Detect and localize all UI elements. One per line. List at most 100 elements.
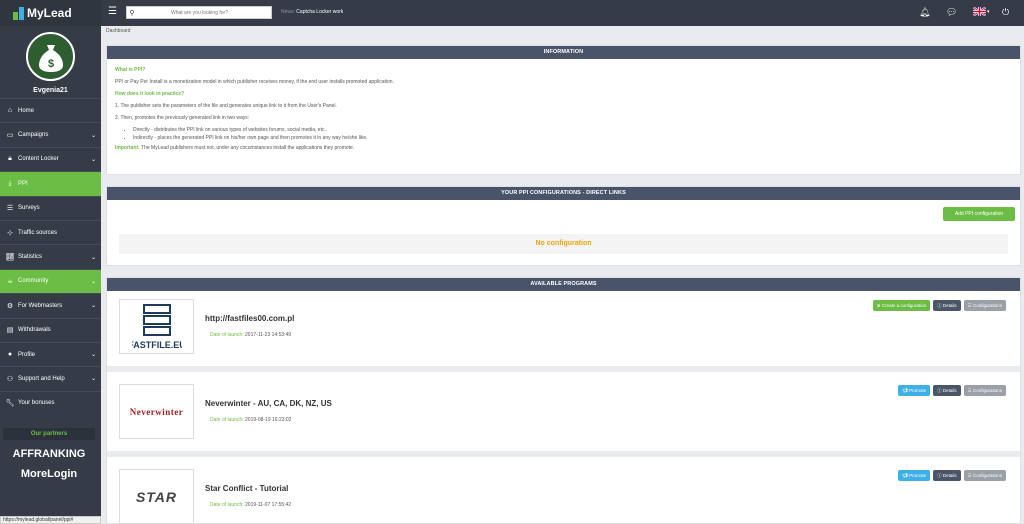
top-bar: MyLead ☰ ⚲ News: Captcha Locker work 🔔︎ … <box>0 0 1024 26</box>
sidebar-item-support-and-help[interactable]: ⚇ Support and Help ⌄ <box>0 366 101 390</box>
date-value: 2019-11-07 17:55:42 <box>245 502 292 508</box>
configurations-label: Configurations <box>972 473 1002 478</box>
sidebar-item-label: Content Locker <box>18 156 59 163</box>
details-button[interactable]: ⓘ Details <box>933 470 961 481</box>
available-programs-panel: AVAILABLE PROGRAMS FASTFILE.EU http://fas… <box>106 277 1021 524</box>
sidebar-item-label: PPI <box>18 180 28 187</box>
neverwinter-logo: Neverwinter <box>129 406 184 417</box>
empty-state: No configuration <box>119 234 1008 254</box>
logo-mark-icon <box>13 6 24 20</box>
sidebar-item-campaigns[interactable]: ▭ Campaigns ⌄ <box>0 122 101 146</box>
sidebar-item-profile[interactable]: ● Profile ⌄ <box>0 341 101 366</box>
monitor-icon: ▭ <box>6 132 14 140</box>
sidebar-item-label: Traffic sources <box>18 229 58 236</box>
list-icon: ☰ <box>967 473 972 478</box>
details-button[interactable]: ⓘ Details <box>933 300 961 311</box>
program-launch-date: Date of launch: 2019-08-19 16:23:02 <box>210 417 291 423</box>
star-conflict-logo: STAR <box>135 488 178 505</box>
sidebar-item-label: Community <box>18 278 49 285</box>
program-thumbnail[interactable]: FASTFILE.EU <box>119 299 194 354</box>
faq-question: How does it look in practice? <box>115 91 185 97</box>
faq-bullet: Indirectly - places the generated PPI li… <box>133 135 1012 141</box>
program-thumbnail[interactable]: Neverwinter <box>119 384 194 439</box>
menu-toggle-icon[interactable]: ☰ <box>108 7 118 17</box>
chevron-down-icon: ⌄ <box>90 352 96 359</box>
sidebar-item-withdrawals[interactable]: ▤ Withdrawals <box>0 317 101 342</box>
sidebar-item-home[interactable]: ⌂ Home <box>0 98 101 122</box>
chevron-down-icon: ⌄ <box>90 156 96 163</box>
home-icon: ⌂ <box>7 107 13 115</box>
program-title[interactable]: http://fastfiles00.com.pl <box>205 314 294 323</box>
action-label: Create a configuration <box>881 303 927 308</box>
sidebar-item-traffic-sources[interactable]: ⊹ Traffic sources <box>0 219 101 244</box>
chat-icon[interactable]: 💬︎ <box>946 6 957 18</box>
download-icon: ⤓ <box>8 179 12 187</box>
search-box[interactable]: ⚲ <box>126 6 272 19</box>
program-title[interactable]: Neverwinter - AU, CA, DK, NZ, US <box>205 399 332 408</box>
program-thumbnail[interactable]: STAR <box>119 469 194 524</box>
chevron-down-icon: ⌄ <box>90 376 96 383</box>
coffee-icon: ☕︎ <box>6 278 14 286</box>
user-name[interactable]: Evgenia21 <box>33 87 68 94</box>
power-icon[interactable]: ⏻ <box>1002 6 1009 18</box>
user-profile: $ Evgenia21 <box>0 26 101 98</box>
info-icon: ⓘ <box>937 388 942 393</box>
program-launch-date: Date of launch: 2017-11-23 14:53:49 <box>210 332 291 338</box>
fastfile-logo-icon: FASTFILE.EU <box>132 303 182 350</box>
list-icon: ☰ <box>967 388 972 393</box>
gears-icon: ⚙ <box>6 302 14 310</box>
uk-flag-icon[interactable] <box>972 6 987 19</box>
news-label: News: <box>281 9 295 15</box>
sidebar-item-label: Your bonuses <box>18 400 55 407</box>
details-button[interactable]: ⓘ Details <box>933 385 961 396</box>
sidebar-item-content-locker[interactable]: 🔒︎ Content Locker ⌄ <box>0 146 101 171</box>
lock-icon: 🔒︎ <box>8 155 12 163</box>
search-icon: ⚲ <box>129 9 135 17</box>
promote-button[interactable]: 📢︎ Promote <box>898 385 931 396</box>
promote-button[interactable]: 📢︎ Promote <box>898 470 931 481</box>
sidebar-item-surveys[interactable]: ☰ Surveys <box>0 195 101 220</box>
breadcrumb[interactable]: Dashboard <box>106 28 130 34</box>
megaphone-icon: 📢︎ <box>902 388 908 393</box>
avatar[interactable]: $ <box>26 32 75 81</box>
program-row: STAR Star Conflict - Tutorial Date of laun… <box>107 462 1020 524</box>
sidebar-item-label: Surveys <box>18 205 40 212</box>
configurations-button[interactable]: ☰ Configurations <box>963 300 1006 311</box>
sidebar-item-your-bonuses[interactable]: 🔧︎ Your bonuses <box>0 390 101 415</box>
sidebar-item-statistics[interactable]: 📈︎ Statistics ⌄ <box>0 244 101 268</box>
partner-affranking[interactable]: AFFRANKING <box>3 448 95 460</box>
faq-answer: PPI or Pay Per Install is a monetization… <box>115 79 394 85</box>
date-value: 2019-08-19 16:23:02 <box>245 417 292 423</box>
program-row: FASTFILE.EU http://fastfiles00.com.pl Date… <box>107 292 1020 372</box>
sidebar-item-for-webmasters[interactable]: ⚙ For Webmasters ⌄ <box>0 293 101 317</box>
configurations-button[interactable]: ☰ Configurations <box>963 470 1006 481</box>
sidebar-item-community[interactable]: ☕︎ Community ⌄ <box>0 268 101 294</box>
configurations-button[interactable]: ☰ Configurations <box>963 385 1006 396</box>
details-label: Details <box>942 303 957 308</box>
configurations-label: Configurations <box>972 303 1002 308</box>
bell-icon[interactable]: 🔔︎ <box>919 6 930 18</box>
language-chevron-icon[interactable]: ▾ <box>987 6 990 18</box>
sidebar: $ Evgenia21 ⌂ Home ▭ Campaigns ⌄ 🔒︎ Content Lo… <box>0 26 101 524</box>
programs-header: AVAILABLE PROGRAMS <box>107 278 1020 291</box>
search-input[interactable] <box>137 9 262 16</box>
plus-circle-icon: ⊕ <box>876 303 881 308</box>
important-label: Important: <box>115 145 140 151</box>
money-bag-icon: $ <box>38 44 63 72</box>
program-title[interactable]: Star Conflict - Tutorial <box>205 484 288 493</box>
details-label: Details <box>942 473 957 478</box>
create-configuration-button[interactable]: ⊕ Create a configuration <box>872 300 931 311</box>
megaphone-icon: 📢︎ <box>902 473 908 478</box>
date-label: Date of launch: <box>210 332 244 338</box>
sidebar-item-ppi[interactable]: ⤓ PPI <box>0 171 101 196</box>
sidebar-item-label: Profile <box>18 351 36 358</box>
configurations-panel: YOUR PPI CONFIGURATIONS - DIRECT LINKS A… <box>106 186 1021 266</box>
details-label: Details <box>942 388 957 393</box>
logo[interactable]: MyLead <box>0 0 101 26</box>
partner-morelogin[interactable]: MoreLogin <box>3 468 95 480</box>
program-row: Neverwinter Neverwinter - AU, CA, DK, NZ,… <box>107 377 1020 457</box>
program-actions: ⊕ Create a configuration ⓘ Details ☰ Confi… <box>872 300 1006 311</box>
chevron-down-icon: ⌄ <box>90 303 96 310</box>
news-ticker[interactable]: News: Captcha Locker work <box>281 9 343 15</box>
add-ppi-configuration-button[interactable]: Add PPI configuration <box>943 207 1015 221</box>
